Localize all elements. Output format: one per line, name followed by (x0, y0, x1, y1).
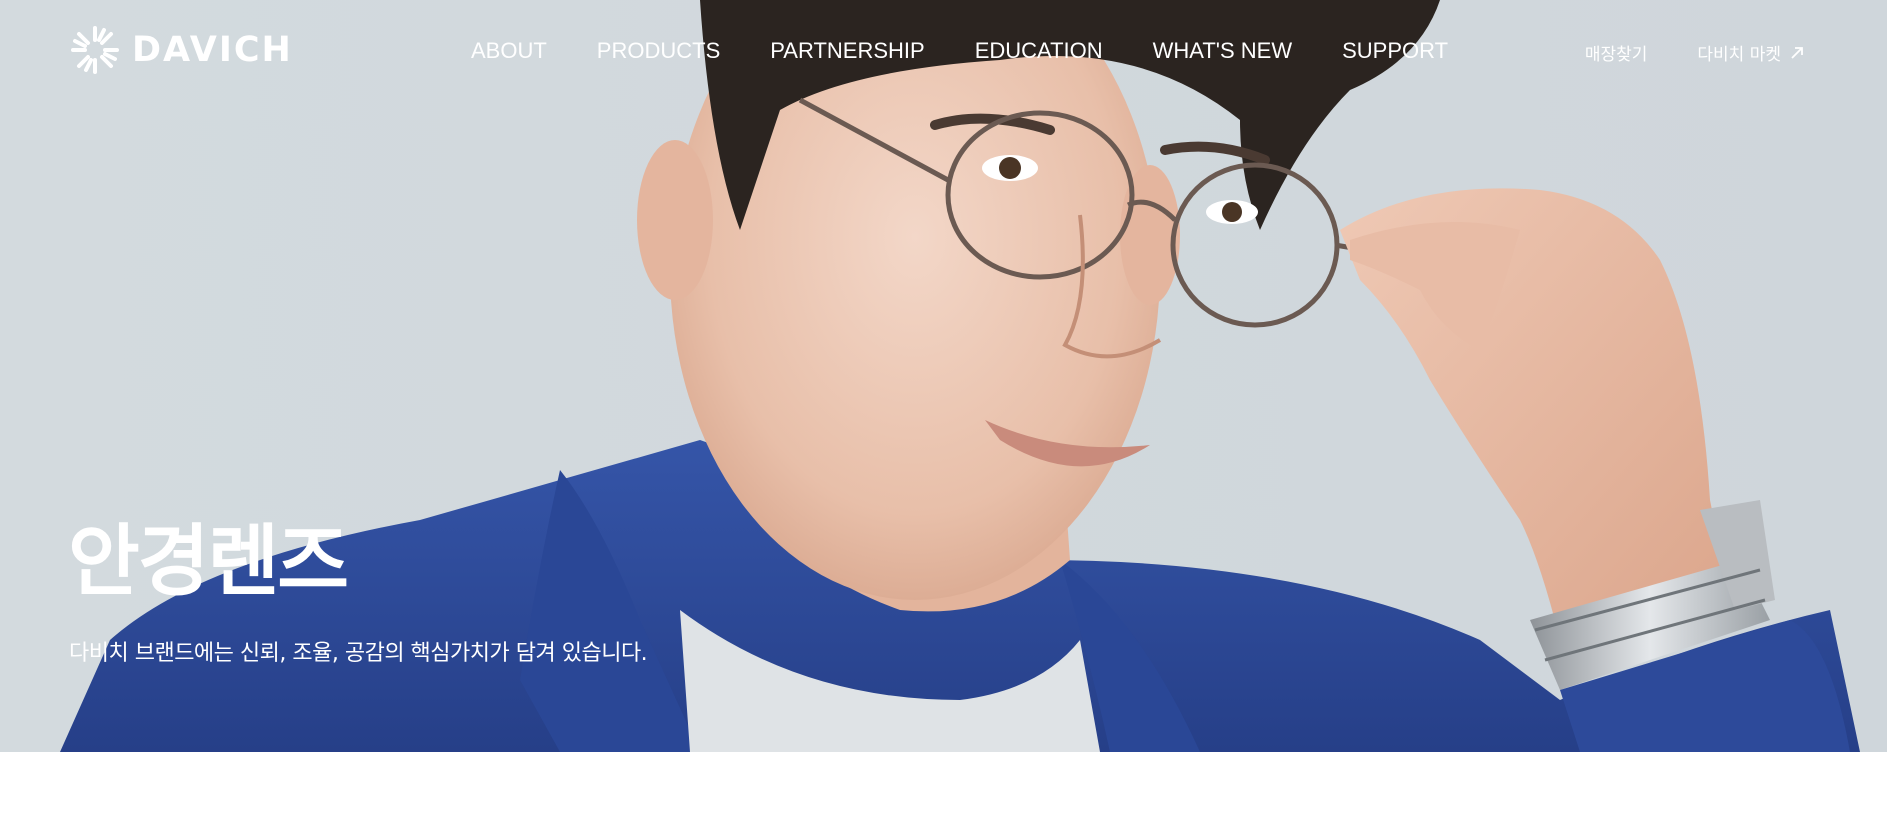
nav-item-products[interactable]: PRODUCTS (597, 36, 720, 66)
hero-subtitle: 다비치 브랜드에는 신뢰, 조율, 공감의 핵심가치가 담겨 있습니다. (69, 641, 648, 666)
utility-links: 매장찾기 다비치 마켓 (1585, 40, 1805, 65)
external-arrow-icon (1791, 46, 1803, 59)
main-nav: ABOUT PRODUCTS PARTNERSHIP EDUCATION WHA… (471, 36, 1498, 66)
nav-item-education[interactable]: EDUCATION (975, 36, 1103, 66)
nav-item-whats-new[interactable]: WHAT'S NEW (1153, 36, 1292, 66)
nav-item-support[interactable]: SUPPORT (1342, 36, 1448, 66)
store-finder-label: 매장찾기 (1584, 45, 1648, 65)
davich-market-link[interactable]: 다비치 마켓 (1697, 40, 1805, 65)
brand-logo[interactable]: DAVICH (70, 24, 293, 76)
brand-logo-text: DAVICH (132, 29, 293, 70)
hero-title: 안경렌즈 (68, 517, 349, 607)
store-finder-link[interactable]: 매장찾기 (1585, 40, 1648, 65)
left-ear (637, 140, 713, 300)
davich-market-label: 다비치 마켓 (1697, 45, 1781, 65)
site-header: DAVICH ABOUT PRODUCTS PARTNERSHIP EDUCAT… (0, 0, 1887, 100)
nav-item-partnership[interactable]: PARTNERSHIP (770, 36, 924, 66)
nav-item-about[interactable]: ABOUT (471, 36, 547, 66)
sunburst-logo-icon (71, 26, 119, 74)
page: DAVICH ABOUT PRODUCTS PARTNERSHIP EDUCAT… (0, 0, 1887, 828)
